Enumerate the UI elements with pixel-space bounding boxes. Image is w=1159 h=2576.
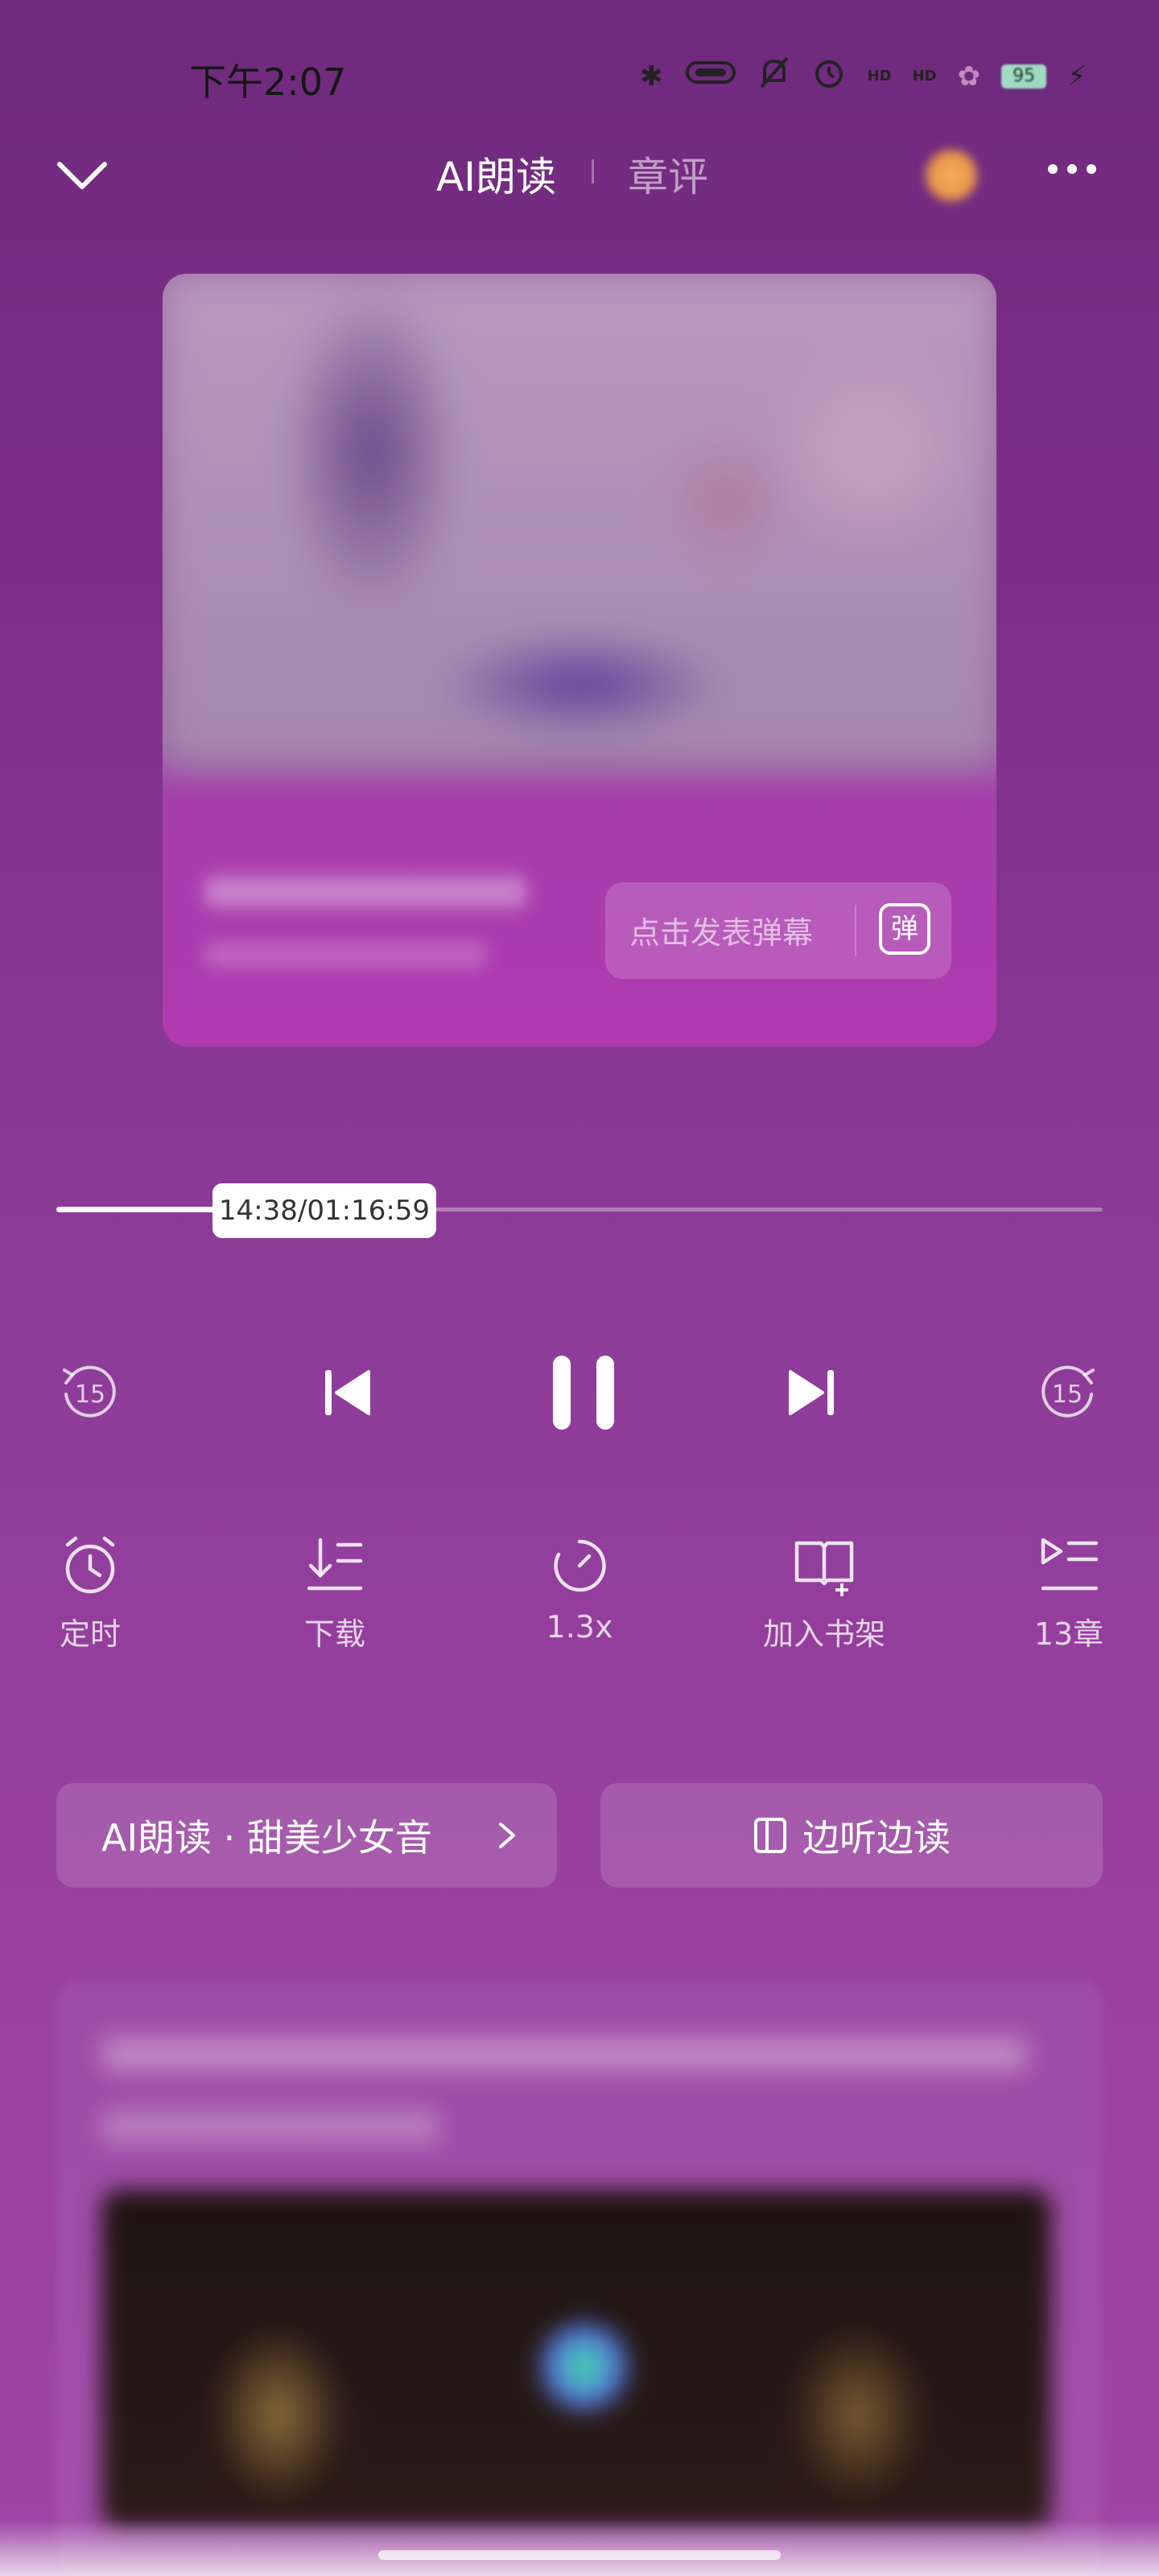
status-time: 下午2:07 — [189, 60, 347, 104]
read-along-label: 边听边读 — [802, 1816, 951, 1860]
more-button[interactable] — [1048, 164, 1096, 174]
status-icons: ✱ HD HD ✿ 95 ⚡ — [640, 55, 1087, 97]
chapter-list-button[interactable]: 13章 — [988, 1534, 1149, 1653]
collapse-button[interactable] — [56, 151, 108, 203]
voice-label: AI朗读 · 甜美少女音 — [101, 1816, 432, 1860]
forward-15-button[interactable]: 15 — [1027, 1352, 1107, 1433]
download-label: 下载 — [303, 1616, 365, 1652]
download-icon — [307, 1538, 363, 1591]
rewind-15-button[interactable]: 15 — [50, 1352, 130, 1433]
charging-icon: ⚡ — [1067, 60, 1087, 93]
download-button[interactable]: 下载 — [254, 1534, 415, 1653]
alarm-icon — [811, 55, 847, 97]
timer-icon — [65, 1536, 115, 1594]
more-dot-icon — [1087, 164, 1096, 174]
book-subtitle-blurred — [204, 942, 486, 968]
tab-ai-reading[interactable]: AI朗读 — [436, 145, 556, 203]
hd-signal-icon: HD — [867, 67, 892, 85]
skip-previous-icon — [325, 1370, 370, 1415]
chevron-down-icon — [57, 162, 107, 189]
read-along-button[interactable]: 边听边读 — [600, 1783, 1103, 1888]
forward-seconds: 15 — [1052, 1381, 1083, 1409]
more-dot-icon — [1067, 164, 1077, 174]
pause-button[interactable] — [539, 1348, 628, 1437]
previous-chapter-button[interactable] — [307, 1352, 388, 1433]
add-to-bookshelf-button[interactable]: 加入书架 — [744, 1534, 905, 1653]
rewind-seconds: 15 — [75, 1381, 105, 1409]
bottom-fade — [0, 2520, 1159, 2576]
chapter-count-label: 13章 — [1033, 1616, 1104, 1652]
next-chapter-button[interactable] — [771, 1352, 852, 1433]
voice-select-button[interactable]: AI朗读 · 甜美少女音 — [56, 1783, 557, 1888]
hd-signal-icon: HD — [912, 67, 937, 85]
danmaku-toggle-icon[interactable]: 弹 — [879, 903, 930, 955]
timer-button[interactable]: 定时 — [10, 1534, 171, 1653]
chevron-right-icon — [499, 1823, 515, 1848]
add-bookshelf-icon — [794, 1541, 854, 1596]
app-icon: ✿ — [957, 60, 981, 93]
speed-button[interactable]: 1.3x — [499, 1534, 660, 1645]
danmaku-placeholder: 点击发表弹幕 — [629, 915, 814, 951]
pause-icon — [553, 1356, 614, 1430]
speed-label: 1.3x — [546, 1609, 613, 1645]
tab-divider — [592, 159, 594, 184]
cover-image — [163, 274, 996, 765]
bluetooth-icon: ✱ — [640, 60, 663, 93]
more-dot-icon — [1048, 164, 1058, 174]
rewind-15-icon: 15 — [63, 1365, 116, 1418]
skip-next-icon — [789, 1370, 834, 1415]
book-title-blurred — [204, 876, 526, 908]
speed-icon — [554, 1539, 606, 1592]
battery-icon: 95 — [1001, 64, 1047, 89]
recommendation-text-blurred — [101, 2037, 1027, 2072]
home-indicator[interactable] — [378, 2550, 781, 2560]
video-thumbnail[interactable] — [101, 2190, 1051, 2528]
book-panel-icon — [754, 1818, 786, 1853]
danmaku-divider — [855, 905, 856, 956]
add-to-bookshelf-label: 加入书架 — [762, 1616, 885, 1652]
avatar[interactable] — [926, 150, 977, 201]
tab-chapter-comments[interactable]: 章评 — [628, 145, 708, 203]
mute-icon — [758, 55, 790, 97]
recommendation-text-blurred — [101, 2109, 439, 2145]
timer-label: 定时 — [59, 1616, 121, 1652]
vibrate-icon — [684, 58, 737, 94]
forward-15-icon: 15 — [1041, 1365, 1095, 1418]
chapter-list-icon — [1041, 1538, 1099, 1591]
progress-thumb[interactable]: 14:38/01:16:59 — [212, 1183, 436, 1238]
